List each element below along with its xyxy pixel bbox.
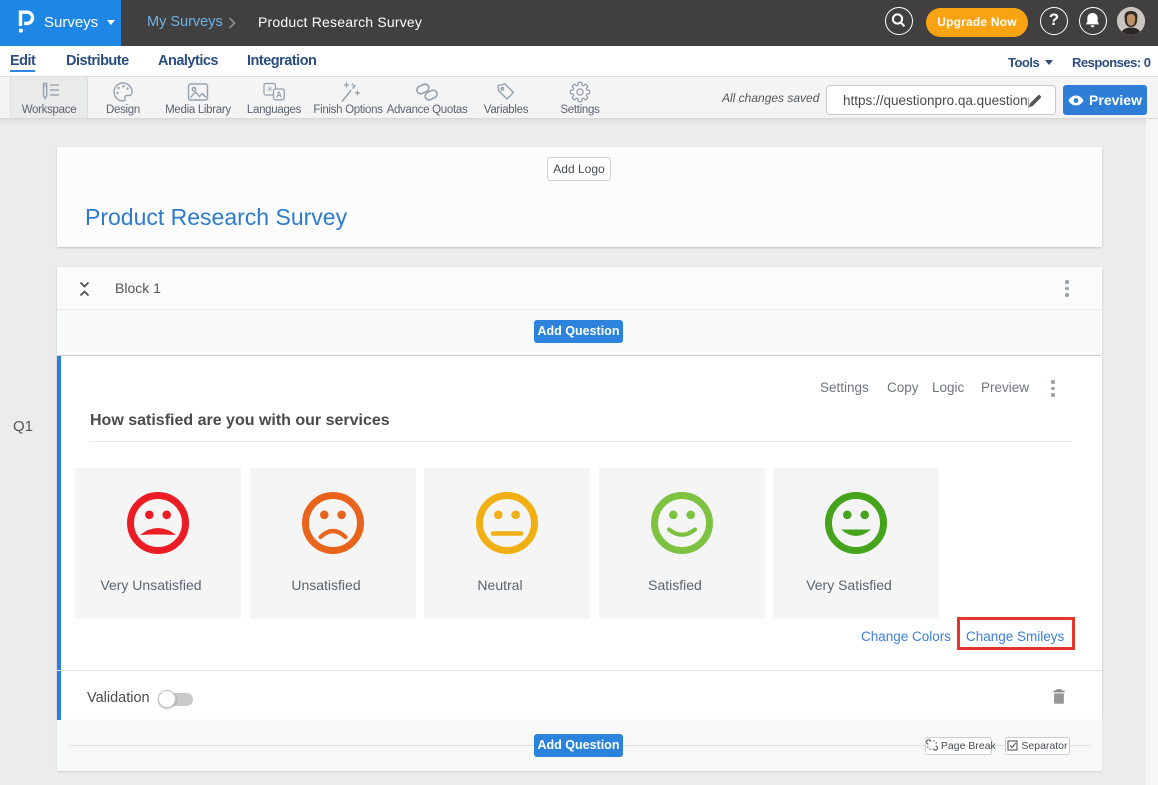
svg-text:✳: ✳ (266, 85, 273, 94)
svg-text:A: A (276, 91, 282, 100)
